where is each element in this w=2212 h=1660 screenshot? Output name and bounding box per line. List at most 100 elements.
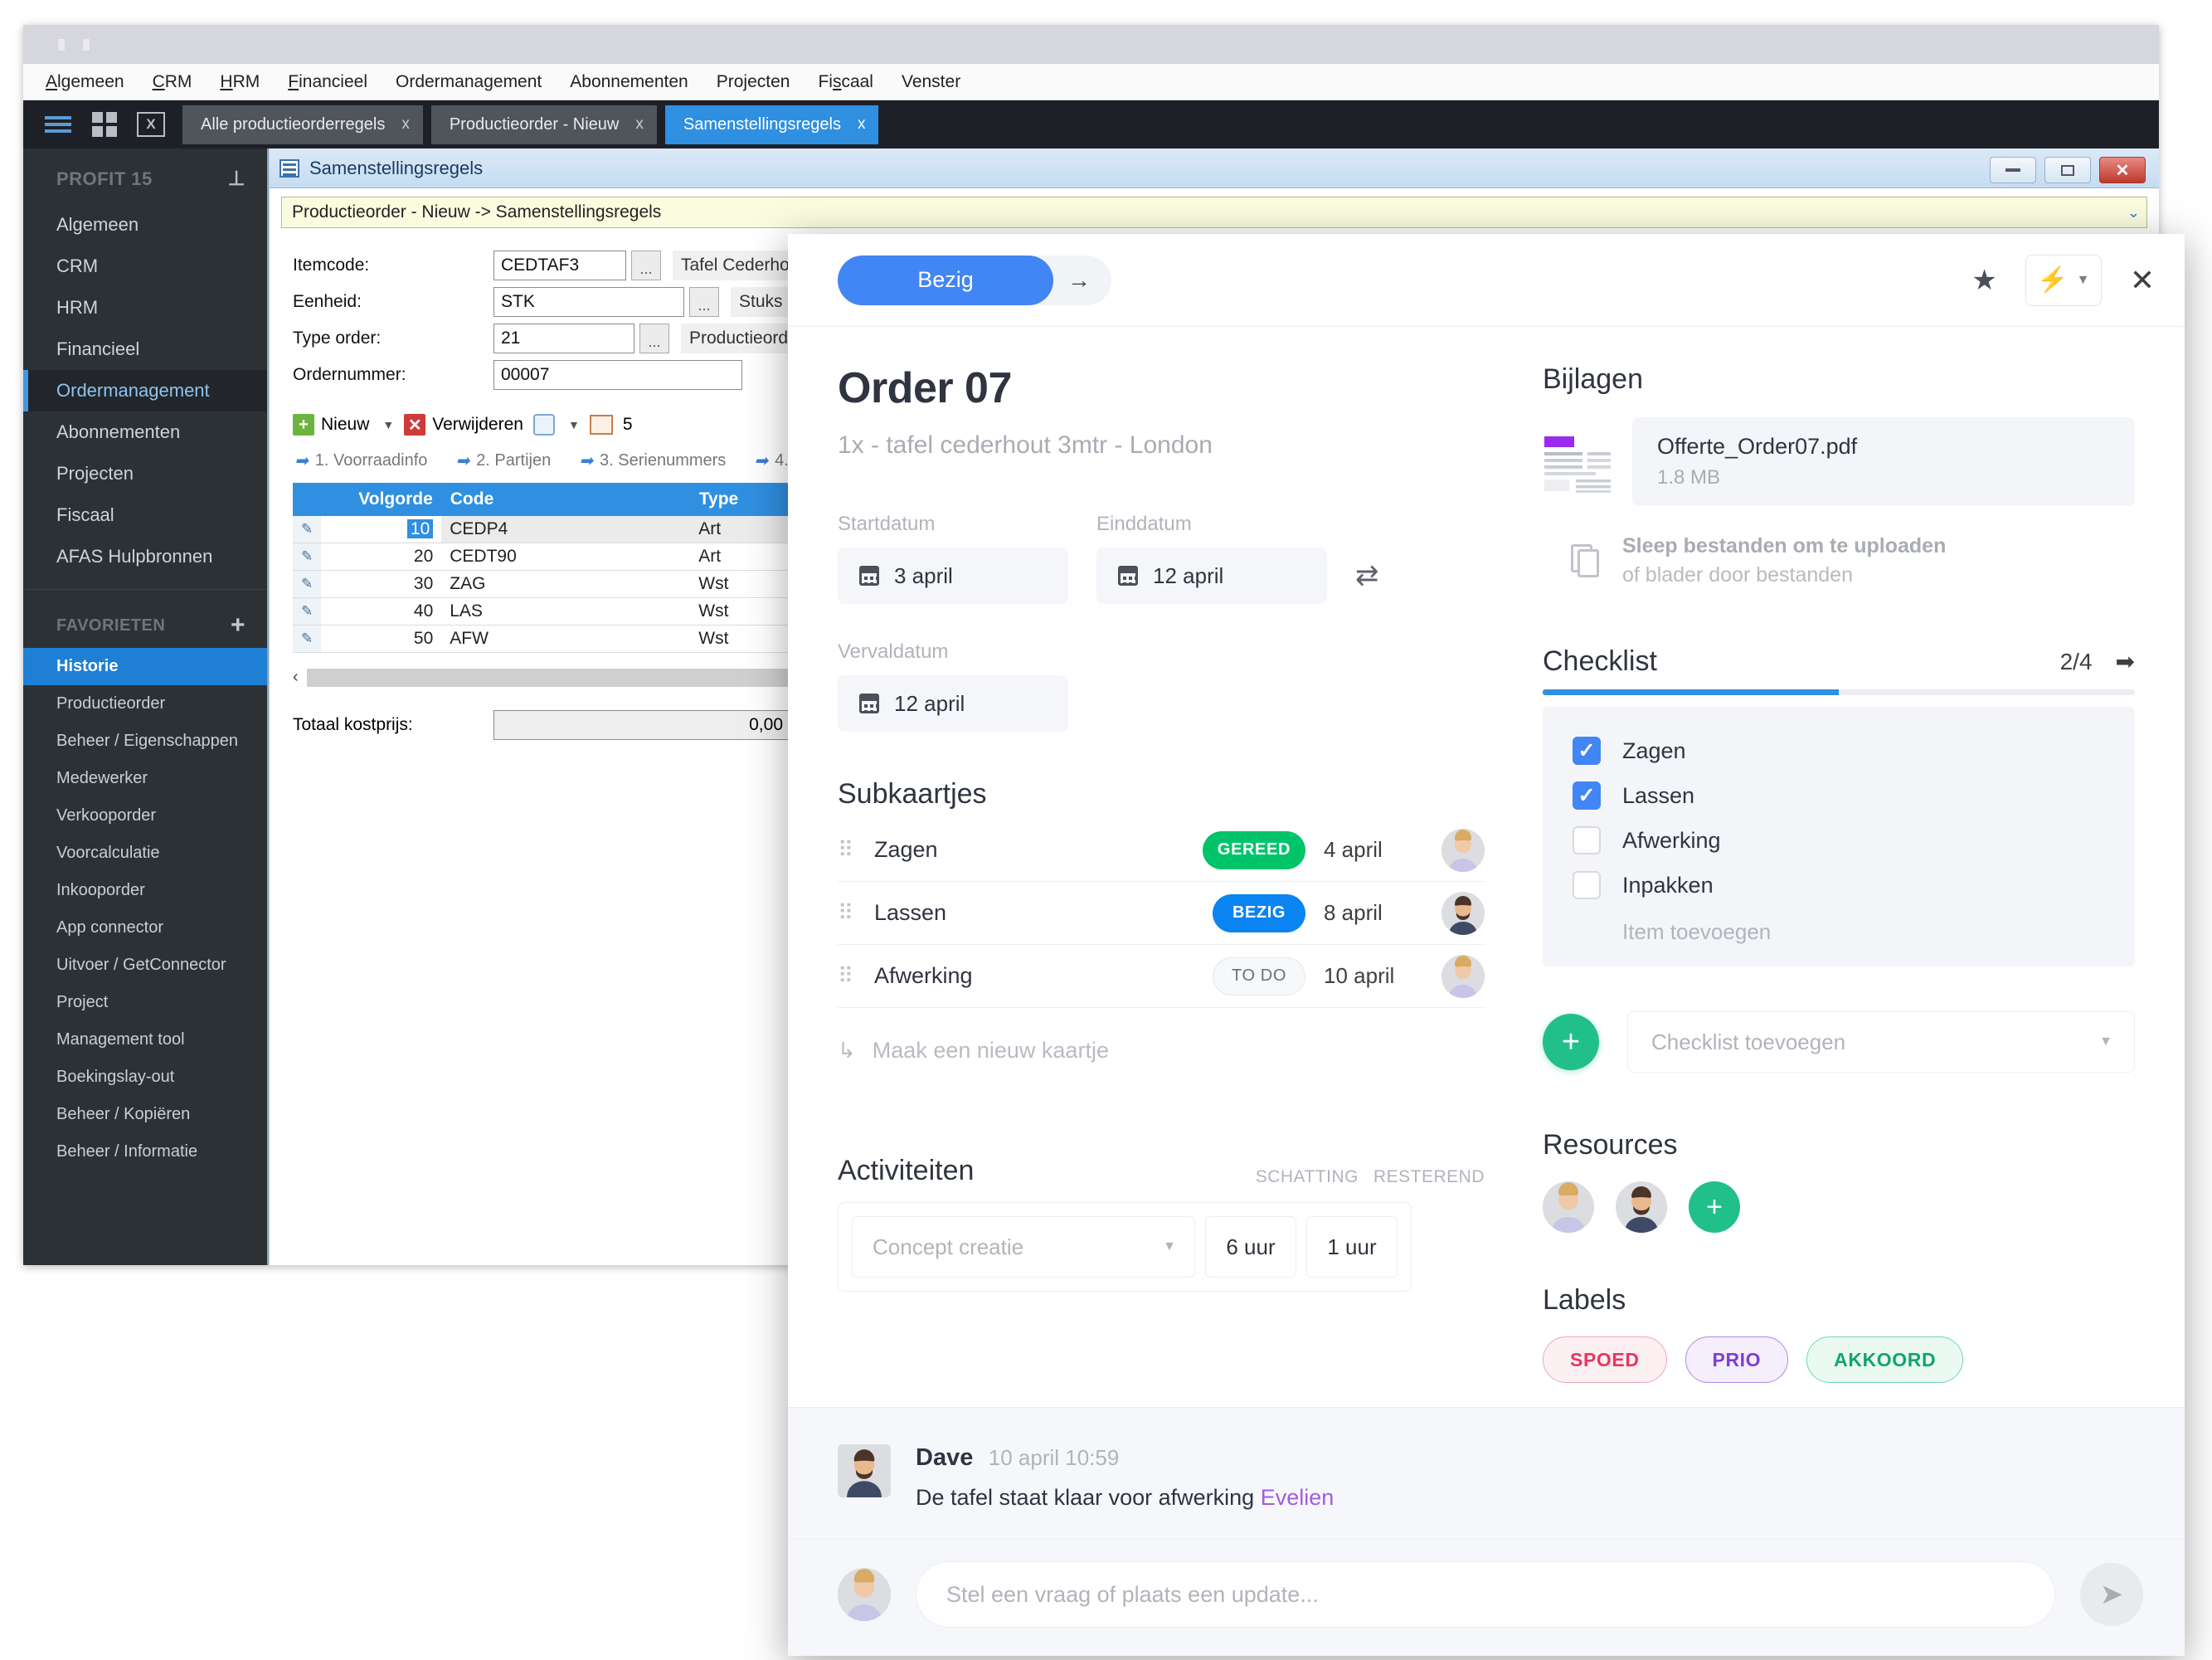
ordernummer-input[interactable]: 00007 [493,360,742,390]
dropzone-line2[interactable]: of blader door bestanden [1622,563,1946,587]
step-serienummers[interactable]: ➡ 3. Serienummers [579,450,726,471]
sidebar-item-hrm[interactable]: HRM [23,287,267,329]
avatar[interactable] [838,1568,891,1621]
delete-button[interactable]: ✕ Verwijderen [404,414,523,436]
sidebar-item-financieel[interactable]: Financieel [23,329,267,370]
favorite-item-voorcalculatie[interactable]: Voorcalculatie [23,835,267,872]
checklist-item[interactable]: Inpakken [1573,863,2105,908]
column-code[interactable]: Code [441,483,691,516]
attachment-row[interactable]: Offerte_Order07.pdf 1.8 MB [1543,417,2135,506]
attachment-card[interactable]: Offerte_Order07.pdf 1.8 MB [1632,417,2135,506]
checklist-item[interactable]: Zagen [1573,728,2105,773]
label-chip-prio[interactable]: PRIO [1685,1336,1789,1383]
avatar[interactable] [1441,891,1485,935]
checkbox[interactable] [1573,781,1601,810]
status-badge[interactable]: BEZIG [1213,893,1305,932]
comment-input[interactable]: Stel een vraag of plaats een update... [916,1561,2055,1628]
close-icon[interactable]: x [635,115,644,134]
close-icon[interactable]: x [858,115,866,134]
favorite-item-uitvoer-getconnector[interactable]: Uitvoer / GetConnector [23,947,267,984]
favorite-item-project[interactable]: Project [23,984,267,1021]
sidebar-item-abonnementen[interactable]: Abonnementen [23,411,267,453]
vervaldatum-field[interactable]: 12 april [838,675,1068,732]
window-tab-2[interactable]: Samenstellingsregels x [664,105,879,144]
add-checklist-item-input[interactable]: Item toevoegen [1622,919,2105,945]
excel-export-icon[interactable] [128,100,174,148]
window-tab-0[interactable]: Alle productieorderregels x [182,105,423,144]
avatar[interactable] [1616,1181,1667,1233]
eenheid-lookup-button[interactable]: ... [689,287,719,317]
hamburger-menu-icon[interactable] [35,100,81,148]
swap-dates-icon[interactable]: ⇄ [1355,559,1379,592]
subcard-row[interactable]: ⠿ Lassen BEZIG 8 april [838,882,1485,945]
drag-handle-icon[interactable]: ⠿ [838,965,856,986]
star-icon[interactable]: ★ [1971,264,1996,297]
drag-handle-icon[interactable]: ⠿ [838,839,856,860]
favorite-item-beheer-eigenschappen[interactable]: Beheer / Eigenschappen [23,723,267,760]
menu-item-ordermanagement[interactable]: Ordermanagement [382,72,556,92]
quick-actions-button[interactable]: ⚡ ▼ [2025,254,2102,306]
add-favorite-icon[interactable]: + [231,613,246,638]
file-dropzone[interactable]: Sleep bestanden om te uploaden of blader… [1543,534,2135,587]
checklist-item[interactable]: Lassen [1573,773,2105,818]
avatar[interactable] [1543,1181,1594,1233]
label-chip-akkoord[interactable]: AKKOORD [1806,1336,1964,1383]
close-button[interactable]: ✕ [2099,157,2146,183]
favorite-item-beheer-kopieren[interactable]: Beheer / Kopiëren [23,1096,267,1133]
row-handle[interactable]: ✎ [293,570,322,598]
einddatum-field[interactable]: 12 april [1096,548,1327,604]
favorite-item-app-connector[interactable]: App connector [23,909,267,947]
menu-item-crm[interactable]: CRM [139,72,207,92]
drag-handle-icon[interactable]: ⠿ [838,902,856,923]
checkbox[interactable] [1573,737,1601,765]
itemcode-lookup-button[interactable]: ... [631,251,661,280]
activity-remaining[interactable]: 1 uur [1306,1216,1398,1278]
sidebar-item-projecten[interactable]: Projecten [23,453,267,494]
minimize-button[interactable] [1990,157,2036,183]
row-handle[interactable]: ✎ [293,597,322,626]
subcard-row[interactable]: ⠿ Zagen GEREED 4 april [838,819,1485,882]
sidebar-item-fiscaal[interactable]: Fiscaal [23,494,267,536]
type-order-lookup-button[interactable]: ... [639,324,669,353]
subcard-row[interactable]: ⠿ Afwerking TO DO 10 april [838,945,1485,1008]
status-badge[interactable]: TO DO [1213,957,1305,996]
grid-apps-icon[interactable] [81,100,128,148]
itemcode-input[interactable]: CEDTAF3 [493,251,626,280]
checklist-item[interactable]: Afwerking [1573,818,2105,863]
favorite-item-management-tool[interactable]: Management tool [23,1021,267,1059]
menu-item-hrm[interactable]: HRM [206,72,274,92]
add-resource-button[interactable]: + [1689,1181,1740,1233]
row-handle[interactable]: ✎ [293,543,322,571]
calculator-icon[interactable] [589,415,613,435]
gear-icon[interactable] [532,414,555,436]
close-icon[interactable]: x [401,115,410,134]
checklist-select[interactable]: Checklist toevoegen ▼ [1627,1011,2135,1073]
avatar[interactable] [1441,828,1485,872]
new-subcard-button[interactable]: ↳ Maak een nieuw kaartje [838,1038,1485,1064]
sidebar-item-ordermanagement[interactable]: Ordermanagement [23,370,267,411]
favorite-item-boekingslay-out[interactable]: Boekingslay-out [23,1059,267,1096]
maximize-button[interactable] [2044,157,2091,183]
new-button[interactable]: + Nieuw [293,414,369,436]
favorite-item-historie[interactable]: Historie [23,648,267,685]
gear-dropdown-icon[interactable]: ▼ [568,418,580,431]
sidebar-item-crm[interactable]: CRM [23,246,267,287]
avatar[interactable] [1441,954,1485,998]
activity-estimate[interactable]: 6 uur [1205,1216,1296,1278]
favorite-item-medewerker[interactable]: Medewerker [23,760,267,797]
menu-item-fiscaal[interactable]: Fiscaal [804,72,887,92]
step-voorraadinfo[interactable]: ➡ 1. Voorraadinfo [294,450,427,471]
label-chip-spoed[interactable]: SPOED [1543,1336,1667,1383]
favorite-item-verkooporder[interactable]: Verkooporder [23,797,267,835]
menu-item-venster[interactable]: Venster [887,72,975,92]
row-handle[interactable]: ✎ [293,625,322,653]
menu-item-abonnementen[interactable]: Abonnementen [556,72,702,92]
activity-select[interactable]: Concept creatie ▼ [852,1216,1195,1278]
sidebar-item-afas-hulpbronnen[interactable]: AFAS Hulpbronnen [23,536,267,577]
status-toggle[interactable]: Bezig → [838,255,1111,305]
comment-mention[interactable]: Evelien [1261,1485,1334,1510]
send-icon[interactable]: ➤ [2080,1563,2143,1626]
arrow-right-icon[interactable]: ➡ [2116,648,2135,675]
chevron-down-icon[interactable]: ⌄ [2127,204,2140,221]
scroll-left-icon[interactable]: ‹ [293,668,299,687]
